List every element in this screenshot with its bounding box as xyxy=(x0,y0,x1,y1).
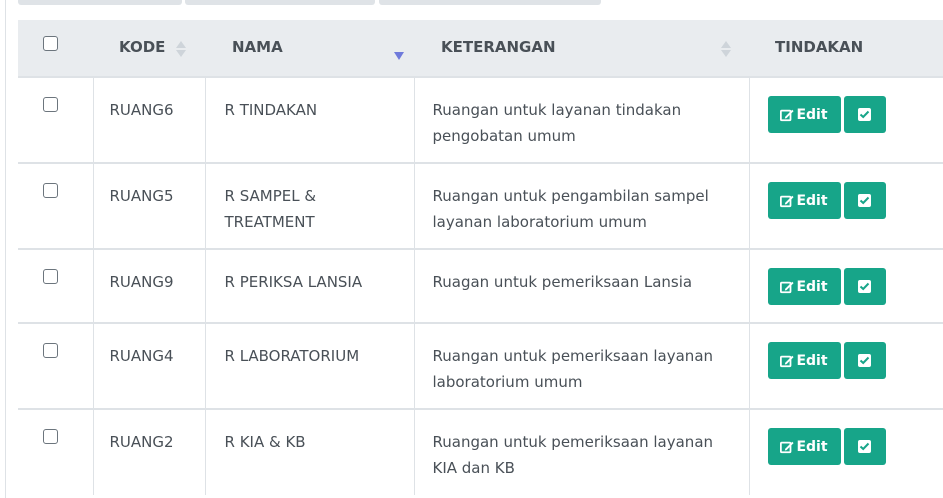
panel-border xyxy=(5,0,6,498)
cell-keterangan: Ruangan untuk pemeriksaan layanan labora… xyxy=(432,347,714,391)
select-all-checkbox[interactable] xyxy=(43,36,58,51)
cell-nama: R TINDAKAN xyxy=(224,101,318,119)
cell-kode: RUANG9 xyxy=(109,273,174,291)
row-checkbox[interactable] xyxy=(43,269,58,284)
pencil-square-icon xyxy=(780,281,795,293)
cell-keterangan: Ruangan untuk layanan tindakan pengobata… xyxy=(432,101,682,145)
check-square-icon xyxy=(858,440,871,453)
table-row: RUANG5 R SAMPEL & TREATMENT Ruangan untu… xyxy=(18,162,943,249)
select-button[interactable] xyxy=(843,96,886,133)
pencil-square-icon xyxy=(780,109,795,121)
toolbar-button-2[interactable] xyxy=(185,0,375,5)
pencil-square-icon xyxy=(780,441,795,453)
pencil-square-icon xyxy=(780,195,795,207)
pencil-square-icon xyxy=(780,355,795,367)
edit-label: Edit xyxy=(796,192,828,209)
check-square-icon xyxy=(858,108,871,121)
sort-icon[interactable] xyxy=(176,41,186,59)
header-kode[interactable]: KODE xyxy=(93,20,205,77)
cell-kode: RUANG6 xyxy=(109,101,174,119)
header-nama-label: NAMA xyxy=(232,38,283,56)
row-checkbox[interactable] xyxy=(43,183,58,198)
row-checkbox[interactable] xyxy=(43,343,58,358)
select-button[interactable] xyxy=(843,428,886,465)
cell-kode: RUANG2 xyxy=(109,433,174,451)
edit-label: Edit xyxy=(796,352,828,369)
toolbar-button-1[interactable] xyxy=(18,0,182,5)
edit-label: Edit xyxy=(796,278,828,295)
cell-nama: R LABORATORIUM xyxy=(224,347,360,365)
header-tindakan-label: TINDAKAN xyxy=(775,38,864,56)
header-nama[interactable]: NAMA xyxy=(205,20,414,77)
table-row: RUANG9 R PERIKSA LANSIA Ruagan untuk pem… xyxy=(18,248,943,323)
header-kode-label: KODE xyxy=(119,38,166,56)
cell-kode: RUANG4 xyxy=(109,347,174,365)
select-button[interactable] xyxy=(843,342,886,379)
cell-keterangan: Ruangan untuk pemeriksaan layanan KIA da… xyxy=(432,433,714,477)
cell-nama: R KIA & KB xyxy=(224,433,306,451)
edit-label: Edit xyxy=(796,438,828,455)
table-row: RUANG6 R TINDAKAN Ruangan untuk layanan … xyxy=(18,76,943,163)
header-keterangan[interactable]: KETERANGAN xyxy=(414,20,749,77)
sort-down-icon[interactable] xyxy=(394,52,404,60)
table-header-row: KODE NAMA KETERANGAN TINDAKAN xyxy=(18,20,943,77)
check-square-icon xyxy=(858,280,871,293)
cell-nama: R SAMPEL & TREATMENT xyxy=(224,187,317,231)
edit-button[interactable]: Edit xyxy=(767,96,841,133)
table-row: RUANG2 R KIA & KB Ruangan untuk pemeriks… xyxy=(18,408,943,495)
ruangan-table: KODE NAMA KETERANGAN TINDAKAN RUANG6 R T… xyxy=(18,20,943,495)
edit-button[interactable]: Edit xyxy=(767,342,841,379)
select-button[interactable] xyxy=(843,268,886,305)
cell-nama: R PERIKSA LANSIA xyxy=(224,273,363,291)
select-button[interactable] xyxy=(843,182,886,219)
row-checkbox[interactable] xyxy=(43,429,58,444)
row-checkbox[interactable] xyxy=(43,97,58,112)
header-select-all xyxy=(18,20,93,77)
header-keterangan-label: KETERANGAN xyxy=(441,38,556,56)
table-row: RUANG4 R LABORATORIUM Ruangan untuk peme… xyxy=(18,322,943,409)
header-tindakan: TINDAKAN xyxy=(749,20,943,77)
edit-button[interactable]: Edit xyxy=(767,428,841,465)
cell-keterangan: Ruangan untuk pengambilan sampel layanan… xyxy=(432,187,709,231)
edit-button[interactable]: Edit xyxy=(767,182,841,219)
check-square-icon xyxy=(858,194,871,207)
edit-button[interactable]: Edit xyxy=(767,268,841,305)
sort-icon[interactable] xyxy=(721,41,731,59)
check-square-icon xyxy=(858,354,871,367)
cell-keterangan: Ruagan untuk pemeriksaan Lansia xyxy=(432,273,693,291)
toolbar-button-3[interactable] xyxy=(379,0,601,5)
edit-label: Edit xyxy=(796,106,828,123)
cell-kode: RUANG5 xyxy=(109,187,174,205)
